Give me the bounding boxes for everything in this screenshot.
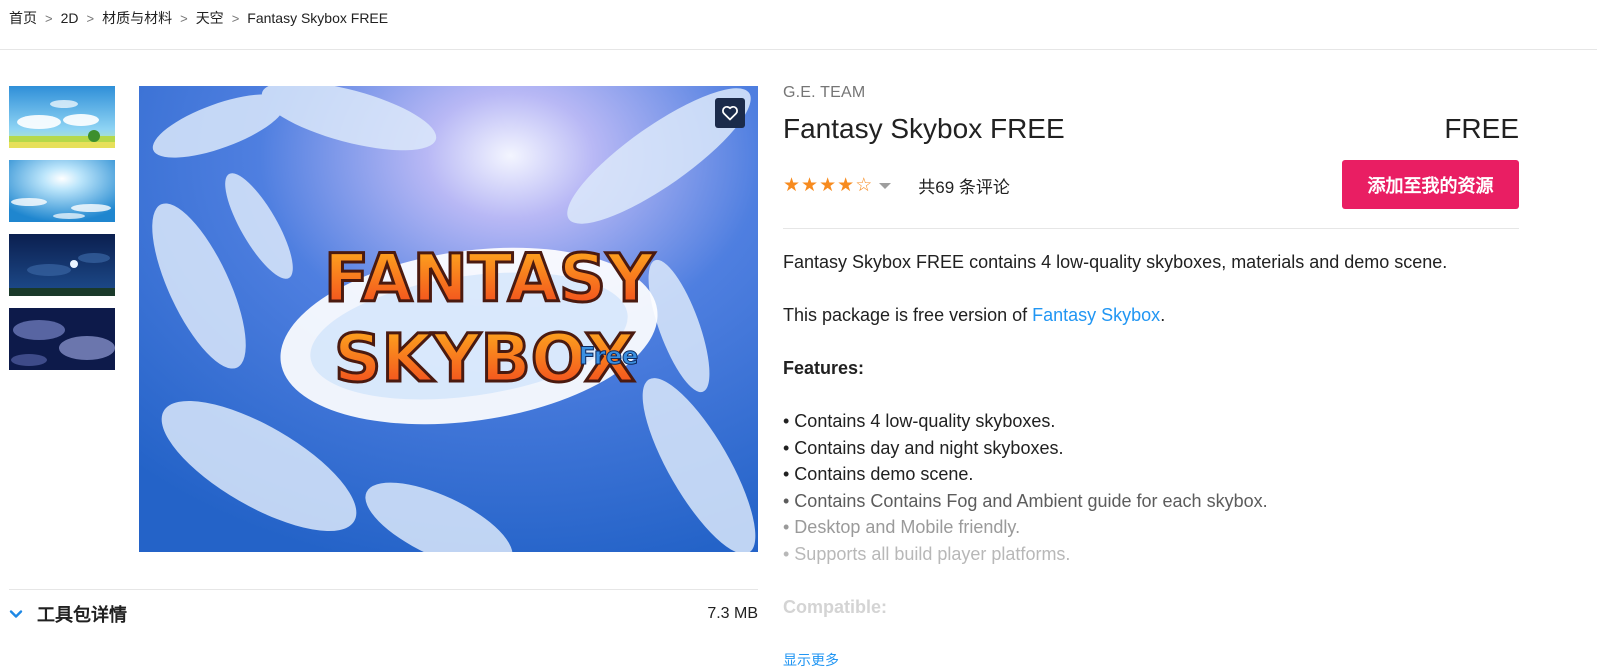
rating-stars[interactable]: ★ ★ ★ ★ ☆ bbox=[783, 174, 892, 196]
hero-image: FANTASY SKYBOX Free bbox=[139, 86, 758, 552]
add-to-my-assets-button[interactable]: 添加至我的资源 bbox=[1342, 160, 1519, 209]
thumbnail-day-meadow[interactable] bbox=[9, 86, 115, 148]
star-icon: ★ bbox=[801, 174, 819, 196]
description: Fantasy Skybox FREE contains 4 low-quali… bbox=[783, 249, 1523, 620]
compatible-heading: Compatible: bbox=[783, 596, 888, 617]
breadcrumb-separator: > bbox=[231, 10, 240, 26]
package-details-row[interactable]: 工具包详情 7.3 MB bbox=[9, 601, 758, 627]
show-more-link[interactable]: 显示更多 bbox=[783, 650, 839, 670]
star-icon: ★ bbox=[837, 174, 855, 196]
feature-item: • Contains demo scene. bbox=[783, 464, 974, 484]
star-icon: ★ bbox=[819, 174, 837, 196]
details-divider bbox=[9, 589, 758, 590]
package-size: 7.3 MB bbox=[707, 605, 758, 622]
review-count[interactable]: 共69 条评论 bbox=[918, 173, 1010, 198]
description-free-version: This package is free version of Fantasy … bbox=[783, 305, 1166, 325]
thumbnail-list bbox=[9, 86, 115, 382]
hero-logo-badge: Free bbox=[579, 342, 638, 370]
breadcrumb-separator: > bbox=[180, 10, 188, 26]
description-intro: Fantasy Skybox FREE contains 4 low-quali… bbox=[783, 252, 1448, 272]
thumbnail-night-moon[interactable] bbox=[9, 234, 115, 296]
heart-outline-icon bbox=[722, 105, 738, 121]
description-divider bbox=[783, 228, 1519, 229]
page-title: Fantasy Skybox FREE bbox=[783, 113, 1065, 144]
star-icon: ★ bbox=[783, 174, 801, 196]
feature-item: • Contains day and night skyboxes. bbox=[783, 437, 1064, 458]
publisher-link[interactable]: G.E. TEAM bbox=[783, 84, 865, 102]
breadcrumb-separator: > bbox=[45, 10, 53, 26]
hero-logo-line1: FANTASY bbox=[324, 240, 655, 317]
thumbnail-night-clouds[interactable] bbox=[9, 308, 115, 370]
rating: ★ ★ ★ ★ ☆ 共69 条评论 bbox=[783, 172, 1010, 198]
breadcrumb-sky[interactable]: 天空 bbox=[196, 8, 224, 28]
package-details-label: 工具包详情 bbox=[37, 605, 127, 625]
breadcrumb: 首页 > 2D > 材质与材料 > 天空 > Fantasy Skybox FR… bbox=[9, 9, 388, 27]
features-heading: Features: bbox=[783, 358, 865, 378]
breadcrumb-separator: > bbox=[86, 10, 95, 26]
breadcrumb-materials[interactable]: 材质与材料 bbox=[102, 8, 172, 28]
caret-down-icon[interactable] bbox=[879, 183, 892, 189]
feature-item: • Supports all build player platforms. bbox=[783, 543, 1071, 564]
thumbnail-day-sun[interactable] bbox=[9, 160, 115, 222]
breadcrumb-home[interactable]: 首页 bbox=[9, 8, 37, 28]
feature-item: • Contains Contains Fog and Ambient guid… bbox=[783, 490, 1268, 511]
favorite-button[interactable] bbox=[715, 98, 745, 128]
header-divider bbox=[0, 49, 1597, 50]
breadcrumb-2d[interactable]: 2D bbox=[61, 10, 79, 26]
fantasy-skybox-link[interactable]: Fantasy Skybox bbox=[1032, 305, 1160, 325]
chevron-down-icon[interactable] bbox=[9, 607, 23, 621]
feature-item: • Contains 4 low-quality skyboxes. bbox=[783, 411, 1056, 431]
price: FREE bbox=[1444, 113, 1519, 144]
breadcrumb-current: Fantasy Skybox FREE bbox=[247, 10, 389, 26]
feature-item: • Desktop and Mobile friendly. bbox=[783, 517, 1021, 537]
star-icon: ☆ bbox=[855, 174, 873, 196]
